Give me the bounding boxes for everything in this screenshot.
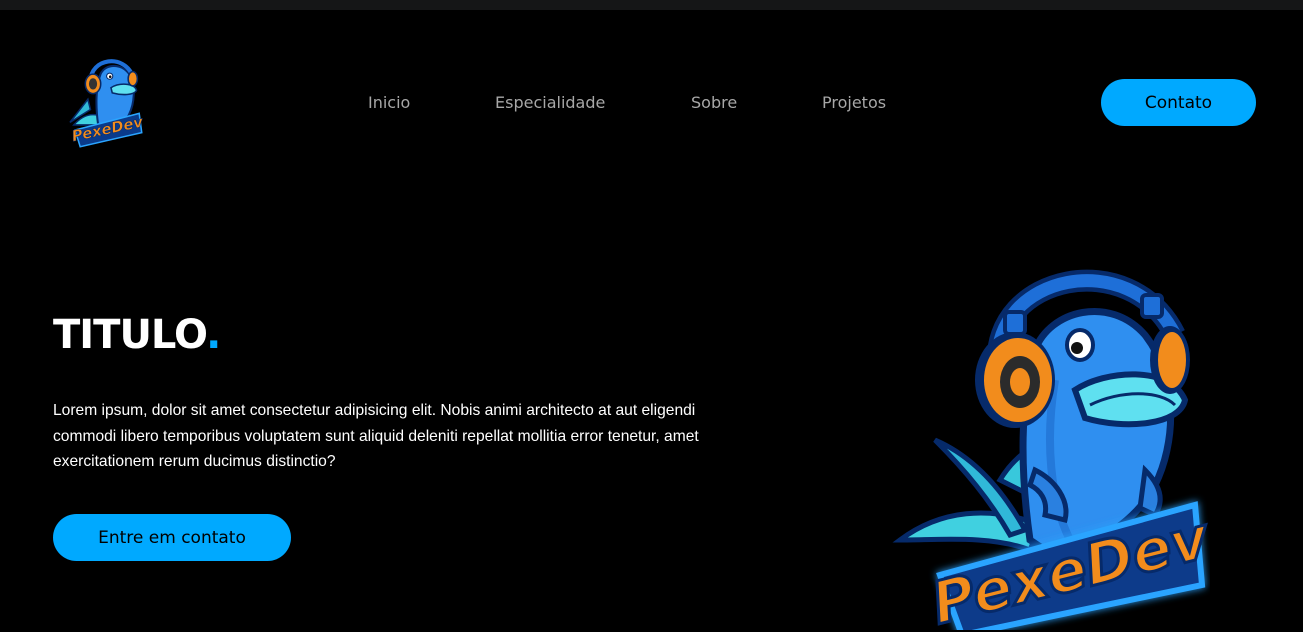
hero-title: TITULO.	[53, 312, 221, 358]
mascot-illustration-icon: PexeDev	[892, 269, 1210, 630]
nav-link-especialidade[interactable]: Especialidade	[495, 90, 605, 116]
top-strip	[0, 0, 1303, 10]
hero-title-dot: .	[206, 312, 221, 358]
nav-link-projetos[interactable]: Projetos	[822, 90, 886, 116]
contact-button[interactable]: Contato	[1101, 79, 1256, 126]
nav-link-inicio[interactable]: Inicio	[368, 90, 410, 116]
hero-paragraph: Lorem ipsum, dolor sit amet consectetur …	[53, 402, 699, 470]
get-in-touch-button[interactable]: Entre em contato	[53, 514, 291, 561]
hero-title-text: TITULO	[53, 312, 207, 358]
nav-link-sobre[interactable]: Sobre	[691, 90, 737, 116]
